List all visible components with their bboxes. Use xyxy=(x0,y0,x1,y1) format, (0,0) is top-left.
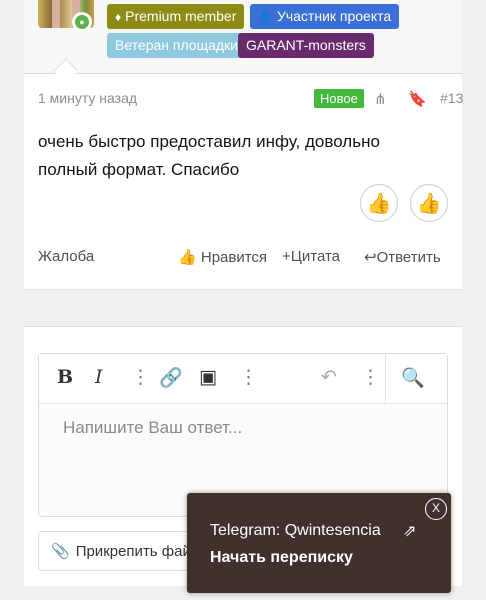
more-icon[interactable]: ⋮ xyxy=(239,366,258,389)
reply-placeholder: Напишите Ваш ответ... xyxy=(63,418,243,437)
thumbs-up-reaction-icon[interactable]: 👍 xyxy=(410,184,448,222)
post-message: очень быстро предоставил инфу, довольно … xyxy=(38,132,380,179)
like-reaction-icon[interactable]: 👍 xyxy=(360,184,398,222)
quote-button[interactable]: +Цитата xyxy=(282,248,340,265)
new-badge: Новое xyxy=(314,89,364,108)
thumb-icon: 👍 xyxy=(178,249,197,266)
online-status-icon: ● xyxy=(72,12,92,32)
reply-icon: ↩ xyxy=(364,249,377,266)
plus-icon: + xyxy=(282,248,291,265)
paperclip-icon: 📎 xyxy=(51,543,70,560)
post-card: ● ♦ Premium member 👤 Участник проекта Вете… xyxy=(24,0,463,290)
image-icon[interactable]: ▣ xyxy=(199,366,217,389)
badge-veteran: Ветеран площадки xyxy=(107,33,247,58)
telegram-contact[interactable]: Telegram: Qwintesencia xyxy=(210,522,381,540)
like-button[interactable]: 👍 Нравится xyxy=(178,248,267,266)
close-button[interactable]: X xyxy=(425,498,447,520)
post-time[interactable]: 1 минуту назад xyxy=(38,90,137,106)
undo-icon[interactable]: ↶ xyxy=(321,366,337,389)
more-icon[interactable]: ⋮ xyxy=(361,366,380,389)
post-actions: Жалоба 👍 Нравится +Цитата ↩Ответить xyxy=(38,248,448,268)
telegram-popup: X Telegram: Qwintesencia ⇗ Начать перепи… xyxy=(187,493,451,593)
diamond-icon: ♦ xyxy=(115,10,122,24)
report-link[interactable]: Жалоба xyxy=(38,248,94,265)
share-icon[interactable]: ⋔ xyxy=(374,90,387,108)
italic-icon[interactable]: I xyxy=(95,366,103,388)
bookmark-icon[interactable]: 🔖 xyxy=(408,90,427,108)
badge-member: 👤 Участник проекта xyxy=(250,4,400,29)
post-number[interactable]: #13 xyxy=(440,90,463,106)
reply-button[interactable]: ↩Ответить xyxy=(364,248,441,266)
editor-toolbar: B I ⋮ 🔗 ▣ ⋮ ↶ ⋮ 🔍 xyxy=(39,354,447,404)
badge-garant: GARANT-monsters xyxy=(238,33,374,58)
preview-icon[interactable]: 🔍 xyxy=(401,366,425,390)
user-icon: 👤 xyxy=(258,10,273,24)
link-icon[interactable]: 🔗 xyxy=(159,366,183,390)
start-chat-link[interactable]: Начать переписку xyxy=(210,549,353,567)
badge-premium: ♦ Premium member xyxy=(107,4,245,29)
bold-icon[interactable]: B xyxy=(57,366,73,388)
external-link-icon[interactable]: ⇗ xyxy=(403,521,416,541)
more-icon[interactable]: ⋮ xyxy=(131,366,150,389)
user-area: ● ♦ Premium member 👤 Участник проекта Вете… xyxy=(24,0,462,74)
toolbar-divider xyxy=(385,354,386,404)
post-meta: 1 минуту назад Новое ⋔ 🔖 #13 xyxy=(38,89,463,110)
